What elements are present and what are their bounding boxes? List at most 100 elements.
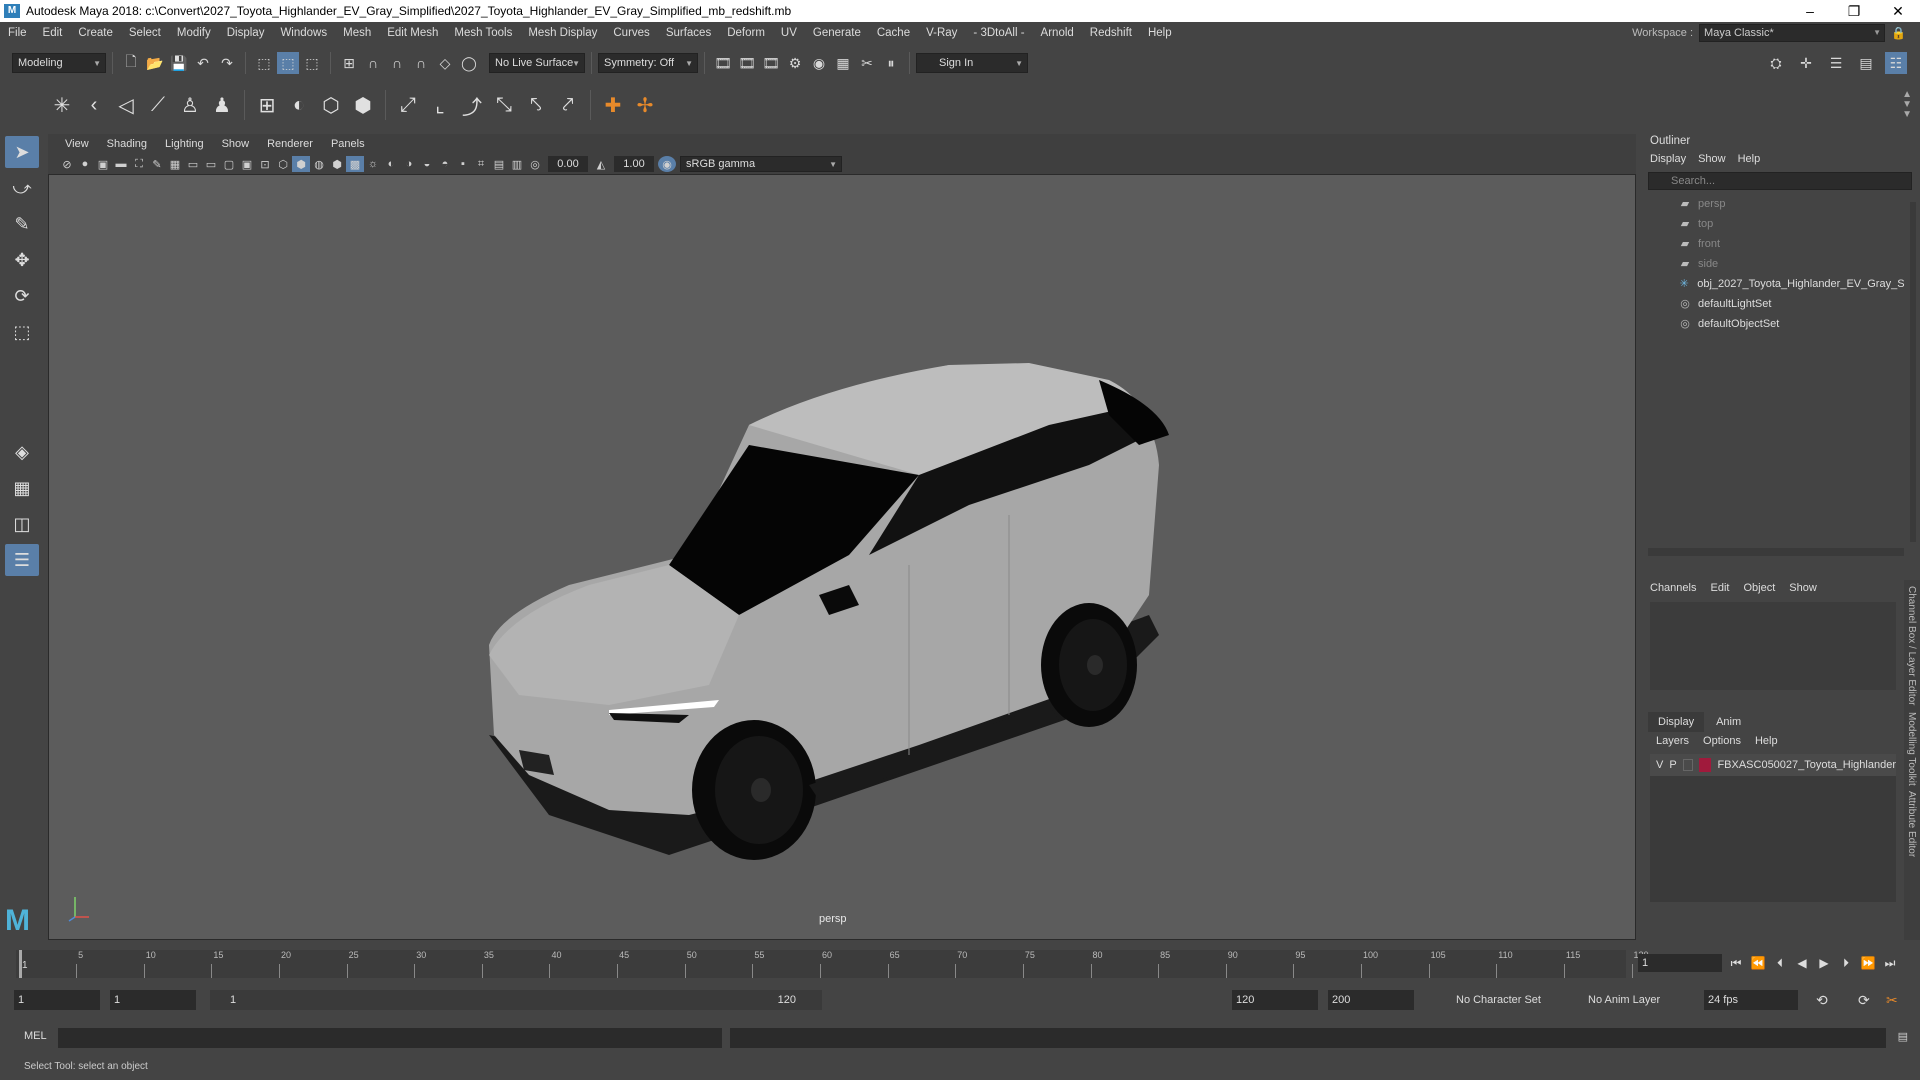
channel-box-menu-edit[interactable]: Edit [1710, 578, 1729, 598]
command-language-label[interactable]: MEL [24, 1030, 47, 1042]
render-view-icon[interactable]: 🎞 [712, 52, 734, 74]
attribute-editor-icon[interactable]: ☰ [1825, 52, 1847, 74]
outliner-item[interactable]: ◎ defaultLightSet [1678, 294, 1920, 314]
bridge-icon[interactable]: ⬡ [315, 89, 347, 121]
film-gate-icon[interactable]: ▭ [184, 156, 202, 172]
loop-icon[interactable]: ⟲ [1816, 992, 1828, 1009]
viewport-menu-view[interactable]: View [56, 138, 98, 150]
field-chart-icon[interactable]: ▣ [238, 156, 256, 172]
shadows-icon[interactable]: ◑ [400, 156, 418, 172]
play-backwards-icon[interactable]: ◀ [1794, 956, 1810, 970]
rotate-tool-icon[interactable]: ⟳ [5, 280, 39, 312]
gate-mask-icon[interactable]: ▢ [220, 156, 238, 172]
layer-menu-help[interactable]: Help [1755, 732, 1778, 750]
side-tab[interactable]: Channel Box / Layer Editor [1906, 586, 1917, 706]
two-panel-layout-icon[interactable]: ◫ [5, 508, 39, 540]
outliner-item[interactable]: ▰ front [1678, 234, 1920, 254]
snap-curve-icon[interactable]: ∩ [362, 52, 384, 74]
pivot-icon[interactable]: ✢ [629, 89, 661, 121]
outliner-search-input[interactable]: Search... [1648, 172, 1912, 190]
step-back-frame-icon[interactable]: ⏪ [1750, 956, 1766, 970]
layer-tab-anim[interactable]: Anim [1706, 712, 1751, 732]
render-frame-icon[interactable]: 🎞 [736, 52, 758, 74]
isolate-select-icon[interactable]: ⌗ [472, 156, 490, 172]
single-perspective-layout-icon[interactable]: ◈ [5, 436, 39, 468]
channel-box-menu-show[interactable]: Show [1789, 578, 1817, 598]
live-surface-dropdown[interactable]: No Live Surface [489, 53, 585, 73]
animation-end-field[interactable]: 200 [1328, 990, 1414, 1010]
auto-key-icon[interactable]: ⟳ [1858, 992, 1870, 1009]
textured-icon[interactable]: ☼ [364, 156, 382, 172]
outliner-item[interactable]: ▰ persp [1678, 194, 1920, 214]
paint-select-tool-icon[interactable]: ✎ [5, 208, 39, 240]
layer-menu-layers[interactable]: Layers [1656, 732, 1689, 750]
maximize-button[interactable]: ❐ [1832, 0, 1876, 22]
gamma-icon[interactable]: ◭ [592, 156, 610, 172]
human-ik-icon[interactable]: ♙ [174, 89, 206, 121]
viewport-menu-lighting[interactable]: Lighting [156, 138, 213, 150]
menu-select[interactable]: Select [121, 27, 169, 39]
bend-icon[interactable]: ⤴ [456, 89, 488, 121]
outliner-vertical-scrollbar[interactable] [1910, 202, 1916, 542]
outliner-menu-show[interactable]: Show [1698, 150, 1726, 168]
menu-uv[interactable]: UV [773, 27, 805, 39]
camera-attributes-icon[interactable]: ● [76, 156, 94, 172]
rotate-tool-icon[interactable]: ⤢ [392, 89, 424, 121]
save-scene-icon[interactable]: 💾 [168, 52, 190, 74]
target-weld-icon[interactable]: ‹ [78, 89, 110, 121]
minimize-button[interactable]: – [1788, 0, 1832, 22]
side-tab[interactable]: Attribute Editor [1906, 791, 1917, 857]
wireframe-on-shaded-icon[interactable]: ⬢ [328, 156, 346, 172]
select-object-icon[interactable]: ⬚ [277, 52, 299, 74]
smooth-shade-icon[interactable]: ⬢ [292, 156, 310, 172]
menu-file[interactable]: File [0, 27, 35, 39]
viewport-menu-show[interactable]: Show [213, 138, 259, 150]
two-d-pan-icon[interactable]: ⛶ [130, 156, 148, 172]
viewport-menu-panels[interactable]: Panels [322, 138, 374, 150]
undo-icon[interactable]: ↶ [192, 52, 214, 74]
menu-mesh[interactable]: Mesh [335, 27, 379, 39]
channel-box-menu-channels[interactable]: Channels [1650, 578, 1696, 598]
layer-tab-display[interactable]: Display [1648, 712, 1705, 732]
sign-in-button[interactable]: Sign In [916, 53, 1028, 73]
menu-arnold[interactable]: Arnold [1033, 27, 1082, 39]
menu-surfaces[interactable]: Surfaces [658, 27, 719, 39]
motion-blur-icon[interactable]: ◓ [436, 156, 454, 172]
sculpt-icon[interactable]: ⤤ [552, 89, 584, 121]
step-forward-frame-icon[interactable]: ⏩ [1860, 956, 1876, 970]
move-tool-icon[interactable]: ✥ [5, 244, 39, 276]
menu-create[interactable]: Create [70, 27, 121, 39]
exposure-field[interactable]: 0.00 [548, 156, 588, 172]
resolution-gate-icon[interactable]: ▭ [202, 156, 220, 172]
menu-v-ray[interactable]: V-Ray [918, 27, 965, 39]
use-all-lights-icon[interactable]: ◐ [382, 156, 400, 172]
color-space-dropdown[interactable]: sRGB gamma [680, 156, 842, 172]
multi-cut-icon[interactable]: ✳ [46, 89, 78, 121]
camera-select-icon[interactable]: ⊘ [58, 156, 76, 172]
scale-tool-icon[interactable]: ⬚ [5, 316, 39, 348]
current-time-marker[interactable] [19, 950, 22, 978]
safe-action-icon[interactable]: ⊡ [256, 156, 274, 172]
playback-start-field[interactable]: 1 [110, 990, 196, 1010]
viewport-menu-shading[interactable]: Shading [98, 138, 156, 150]
grease-pencil-icon[interactable]: ✎ [148, 156, 166, 172]
exposure-icon[interactable]: ◎ [526, 156, 544, 172]
menu-3dtoall[interactable]: - 3DtoAll - [965, 27, 1032, 39]
menu-deform[interactable]: Deform [719, 27, 773, 39]
menu-curves[interactable]: Curves [605, 27, 657, 39]
play-forwards-icon[interactable]: ▶ [1816, 956, 1832, 970]
side-tab[interactable]: Modelling Toolkit [1906, 712, 1917, 786]
bookmark-icon[interactable]: ▣ [94, 156, 112, 172]
insert-edge-loop-icon[interactable]: ⌞ [424, 89, 456, 121]
outliner-item[interactable]: ▰ top [1678, 214, 1920, 234]
animation-preferences-icon[interactable]: ✂ [1886, 992, 1898, 1009]
snap-surface-icon[interactable]: ◇ [434, 52, 456, 74]
menu-cache[interactable]: Cache [869, 27, 918, 39]
lock-icon[interactable]: 🔒 [1891, 26, 1906, 40]
snap-view-icon[interactable]: ∩ [410, 52, 432, 74]
light-editor-icon[interactable]: ✂ [856, 52, 878, 74]
go-to-start-icon[interactable]: ⏮ [1728, 956, 1744, 971]
outliner-menu-help[interactable]: Help [1738, 150, 1761, 168]
select-component-icon[interactable]: ⬚ [301, 52, 323, 74]
combine-icon[interactable]: ⬢ [347, 89, 379, 121]
